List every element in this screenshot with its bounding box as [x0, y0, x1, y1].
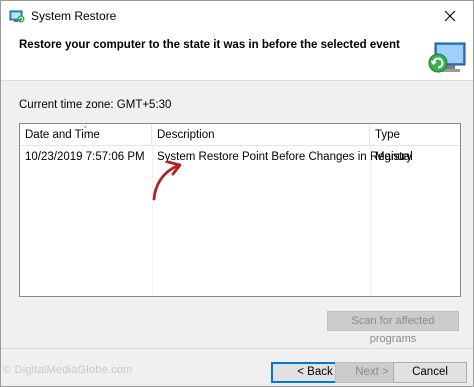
watermark: © DigitalMediaGlobe.com [3, 364, 133, 376]
column-header-date-time[interactable]: Date and Time ⌄ [20, 121, 152, 146]
system-restore-app-icon [9, 10, 25, 23]
current-timezone-label: Current time zone: GMT+5:30 [19, 99, 172, 111]
red-arrow-annotation-icon [152, 160, 182, 201]
window-title: System Restore [31, 9, 117, 23]
scan-affected-programs-button[interactable]: Scan for affected programs [327, 311, 459, 345]
sort-arrow-icon: ⌄ [82, 121, 89, 130]
title-bar: System Restore [1, 1, 473, 31]
system-restore-window: System Restore Restore your computer to … [0, 0, 474, 387]
table-row[interactable]: 10/23/2019 7:57:06 PM System Restore Poi… [20, 147, 460, 167]
cell-type: Manual [375, 151, 413, 163]
restore-points-list[interactable]: Date and Time ⌄ Description Type 10/23/2… [19, 121, 461, 297]
close-button[interactable] [427, 1, 473, 31]
column-header-label: Type [375, 129, 400, 141]
footer-divider [1, 348, 473, 349]
wizard-header: Restore your computer to the state it wa… [1, 31, 473, 81]
column-header-label: Date and Time [25, 129, 100, 141]
column-header-description[interactable]: Description [152, 124, 370, 146]
column-header-type[interactable]: Type [370, 124, 460, 146]
list-header: Date and Time ⌄ Description Type [20, 121, 460, 146]
system-restore-computer-icon [428, 42, 466, 73]
cell-date-time: 10/23/2019 7:57:06 PM [25, 151, 145, 163]
wizard-heading: Restore your computer to the state it wa… [19, 39, 400, 51]
cancel-button[interactable]: Cancel [393, 362, 467, 383]
close-icon [444, 10, 456, 22]
column-header-label: Description [157, 129, 215, 141]
column-divider [370, 146, 371, 296]
